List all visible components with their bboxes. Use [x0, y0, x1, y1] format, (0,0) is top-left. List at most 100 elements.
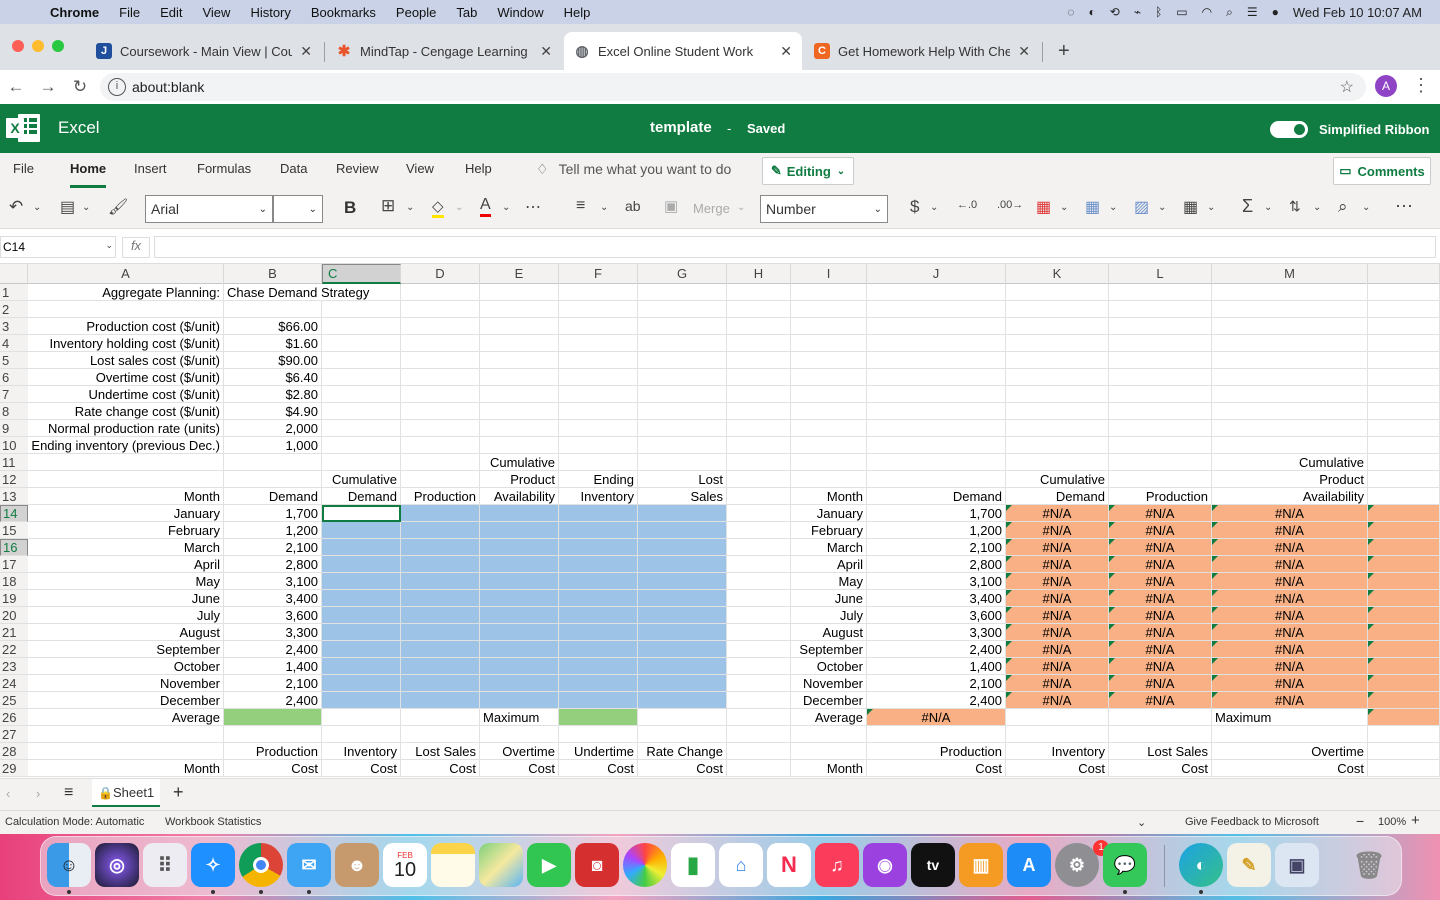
tab-review[interactable]: Review: [336, 161, 379, 176]
format-as-table-icon[interactable]: ▦: [1085, 197, 1100, 217]
cell-k17[interactable]: #N/A: [1006, 556, 1109, 573]
cell-b27[interactable]: [224, 726, 322, 743]
cell-i10[interactable]: [791, 437, 867, 454]
cell-m23[interactable]: #N/A: [1212, 658, 1368, 675]
cell-b6[interactable]: $6.40: [224, 369, 322, 386]
address-bar[interactable]: i about:blank ☆: [100, 73, 1366, 101]
cell-a28[interactable]: [28, 743, 224, 760]
styles-chevron-down-icon[interactable]: ⌄: [1158, 202, 1166, 213]
cell-i3[interactable]: [791, 318, 867, 335]
cell-l29[interactable]: Cost: [1109, 760, 1212, 777]
cell-l24[interactable]: #N/A: [1109, 675, 1212, 692]
cell-l21[interactable]: #N/A: [1109, 624, 1212, 641]
cell-b22[interactable]: 2,400: [224, 641, 322, 658]
cell-n14[interactable]: [1368, 505, 1440, 522]
cell-b13[interactable]: Demand: [224, 488, 322, 505]
cell-j3[interactable]: [867, 318, 1006, 335]
cell-k25[interactable]: #N/A: [1006, 692, 1109, 709]
cell-l5[interactable]: [1109, 352, 1212, 369]
cell-g26[interactable]: [638, 709, 727, 726]
row-header-6[interactable]: 6: [0, 369, 28, 386]
cell-a25[interactable]: December: [28, 692, 224, 709]
cell-g28[interactable]: Rate Change: [638, 743, 727, 760]
cell-i22[interactable]: September: [791, 641, 867, 658]
cell-f27[interactable]: [559, 726, 638, 743]
cell-g23[interactable]: [638, 658, 727, 675]
cell-e11[interactable]: Cumulative: [480, 454, 559, 471]
cell-k21[interactable]: #N/A: [1006, 624, 1109, 641]
currency-icon[interactable]: $: [910, 197, 919, 217]
cell-g16[interactable]: [638, 539, 727, 556]
cell-j10[interactable]: [867, 437, 1006, 454]
cell-e16[interactable]: [480, 539, 559, 556]
cell-a9[interactable]: Normal production rate (units): [28, 420, 224, 437]
row-header-24[interactable]: 24: [0, 675, 28, 692]
cell-h12[interactable]: [727, 471, 791, 488]
workbook-stats-button[interactable]: Workbook Statistics: [165, 816, 261, 828]
cell-m11[interactable]: Cumulative: [1212, 454, 1368, 471]
cell-n26[interactable]: [1368, 709, 1440, 726]
cell-b16[interactable]: 2,100: [224, 539, 322, 556]
cell-n5[interactable]: [1368, 352, 1440, 369]
music-icon[interactable]: ♫: [815, 843, 859, 887]
cell-e7[interactable]: [480, 386, 559, 403]
row-header-17[interactable]: 17: [0, 556, 28, 573]
cell-k11[interactable]: [1006, 454, 1109, 471]
cell-styles-icon[interactable]: ▨: [1134, 197, 1149, 217]
cell-k8[interactable]: [1006, 403, 1109, 420]
cell-b10[interactable]: 1,000: [224, 437, 322, 454]
cell-k28[interactable]: Inventory: [1006, 743, 1109, 760]
cell-f11[interactable]: [559, 454, 638, 471]
chrome-menu-icon[interactable]: ⋮: [1412, 75, 1430, 96]
cell-b18[interactable]: 3,100: [224, 573, 322, 590]
cell-f26[interactable]: [559, 709, 638, 726]
row-header-10[interactable]: 10: [0, 437, 28, 454]
row-header-18[interactable]: 18: [0, 573, 28, 590]
sync-icon[interactable]: ◌: [1067, 5, 1074, 19]
cell-a27[interactable]: [28, 726, 224, 743]
column-header-a[interactable]: A: [28, 264, 224, 284]
cell-f17[interactable]: [559, 556, 638, 573]
cell-a16[interactable]: March: [28, 539, 224, 556]
cell-a10[interactable]: Ending inventory (previous Dec.): [28, 437, 224, 454]
cell-e21[interactable]: [480, 624, 559, 641]
cell-j14[interactable]: 1,700: [867, 505, 1006, 522]
close-tab-icon[interactable]: ✕: [780, 43, 792, 60]
site-info-icon[interactable]: i: [108, 78, 126, 96]
cell-b15[interactable]: 1,200: [224, 522, 322, 539]
name-box[interactable]: C14 ⌄: [0, 236, 116, 258]
cell-m15[interactable]: #N/A: [1212, 522, 1368, 539]
trash-icon[interactable]: 🗑: [1347, 843, 1391, 887]
cell-f29[interactable]: Cost: [559, 760, 638, 777]
row-header-29[interactable]: 29: [0, 760, 28, 777]
cell-d5[interactable]: [401, 352, 480, 369]
format-painter-icon[interactable]: 🖌: [108, 197, 128, 217]
cell-m13[interactable]: Availability: [1212, 488, 1368, 505]
menu-people[interactable]: People: [386, 5, 446, 20]
time-machine-icon[interactable]: ⟲: [1110, 5, 1120, 19]
cell-m8[interactable]: [1212, 403, 1368, 420]
cell-f24[interactable]: [559, 675, 638, 692]
cell-g5[interactable]: [638, 352, 727, 369]
cell-b8[interactable]: $4.90: [224, 403, 322, 420]
cell-l2[interactable]: [1109, 301, 1212, 318]
cell-e3[interactable]: [480, 318, 559, 335]
conditional-formatting-icon[interactable]: ▦: [1036, 197, 1051, 217]
cell-f15[interactable]: [559, 522, 638, 539]
cell-e12[interactable]: Product: [480, 471, 559, 488]
merge-icon[interactable]: ▣: [664, 197, 678, 215]
close-window-button[interactable]: [12, 40, 24, 52]
cell-n25[interactable]: [1368, 692, 1440, 709]
borders-chevron-down-icon[interactable]: ⌄: [406, 202, 414, 213]
cell-b5[interactable]: $90.00: [224, 352, 322, 369]
cell-j9[interactable]: [867, 420, 1006, 437]
menu-app-name[interactable]: Chrome: [40, 5, 109, 20]
cell-j20[interactable]: 3,600: [867, 607, 1006, 624]
cell-d1[interactable]: [401, 284, 480, 301]
cell-n7[interactable]: [1368, 386, 1440, 403]
cell-g29[interactable]: Cost: [638, 760, 727, 777]
cell-k2[interactable]: [1006, 301, 1109, 318]
cell-i29[interactable]: Month: [791, 760, 867, 777]
cell-a6[interactable]: Overtime cost ($/unit): [28, 369, 224, 386]
cell-g21[interactable]: [638, 624, 727, 641]
